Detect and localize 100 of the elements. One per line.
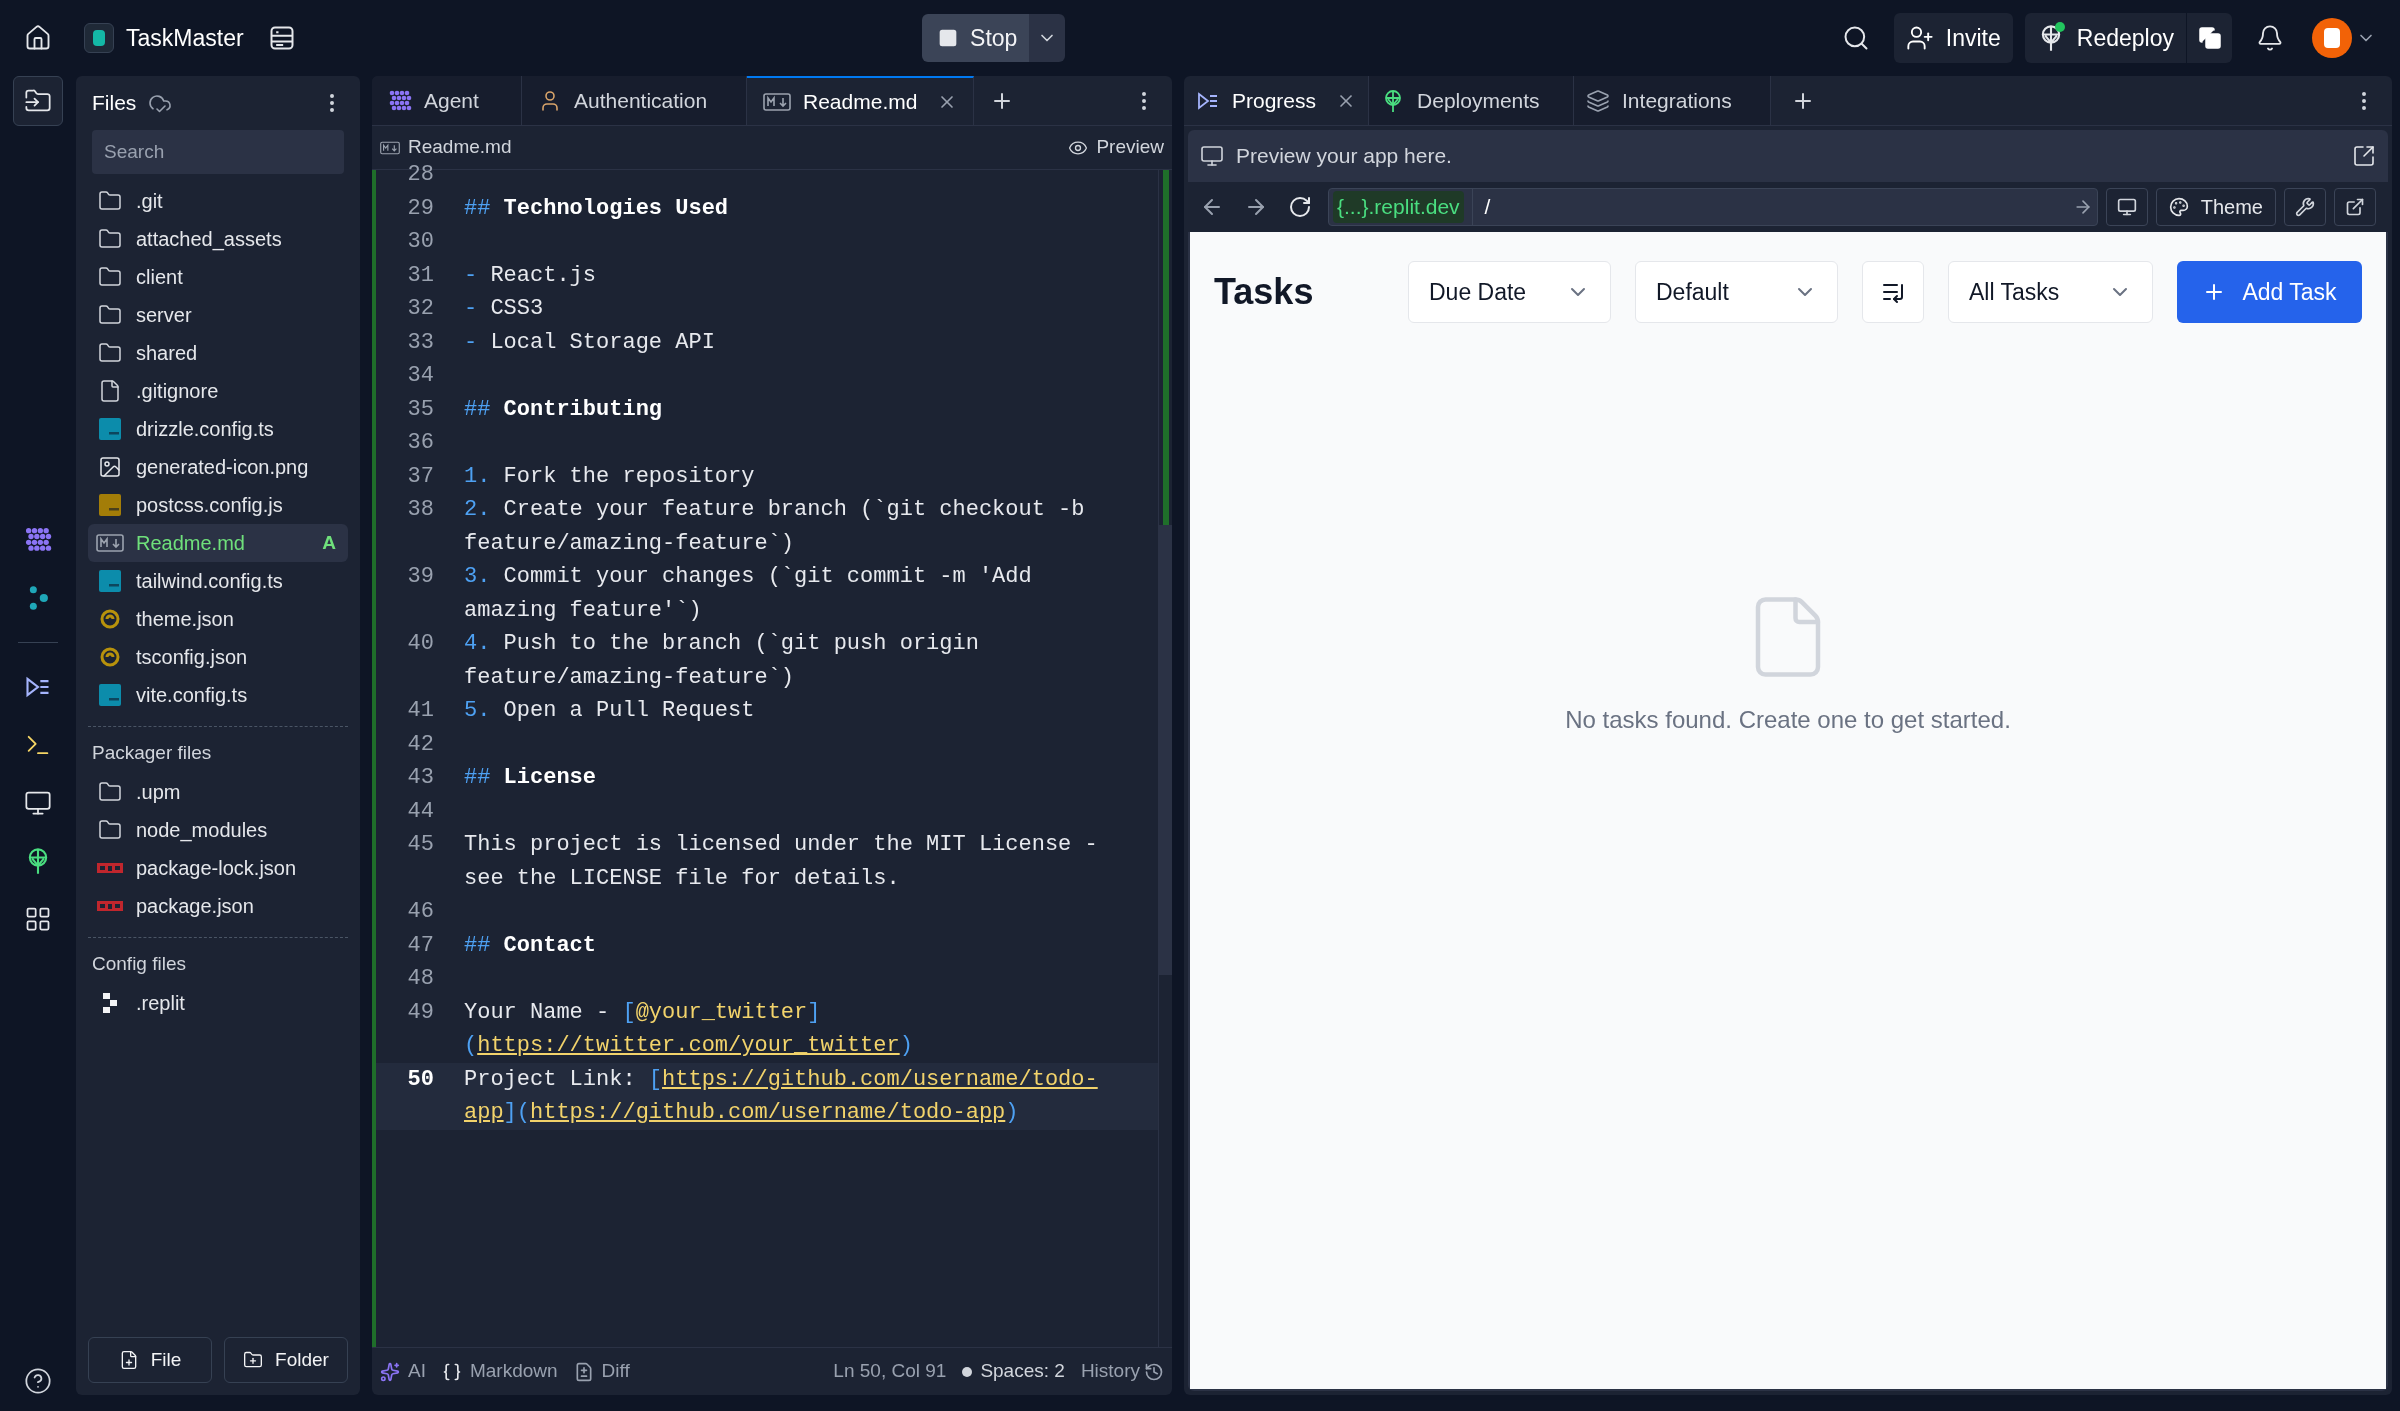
search-field[interactable]: Search xyxy=(92,130,344,174)
file-tree-item[interactable]: .upm xyxy=(88,773,348,811)
file-tree-item[interactable]: .gitignore xyxy=(88,372,348,410)
pop-out-icon[interactable] xyxy=(2352,144,2376,168)
home-icon[interactable] xyxy=(24,24,52,52)
line-number: 38 xyxy=(406,496,434,524)
code-line: 3. Commit your changes (`git commit -m 'Add amazing feature'`) xyxy=(464,563,1033,625)
sparkle-icon xyxy=(380,1361,400,1382)
language-button[interactable]: Markdown xyxy=(441,1357,558,1386)
monitor-icon[interactable] xyxy=(24,789,52,817)
open-external-button[interactable] xyxy=(2334,188,2376,226)
file-tree-item[interactable]: server xyxy=(88,296,348,334)
page-title: Tasks xyxy=(1214,270,1314,314)
help-icon[interactable] xyxy=(24,1367,52,1395)
markdown-icon xyxy=(96,533,124,553)
new-file-button[interactable]: File xyxy=(88,1337,212,1383)
code-line: 1. Fork the repository xyxy=(464,462,756,491)
line-number: 43 xyxy=(406,764,434,792)
file-tree-item[interactable]: .git xyxy=(88,182,348,220)
url-path: / xyxy=(1484,194,1491,221)
file-tree-item[interactable]: postcss.config.js xyxy=(88,486,348,524)
file-tree-item[interactable]: tailwind.config.ts xyxy=(88,562,348,600)
preview-hint: Preview your app here. xyxy=(1236,143,1452,170)
line-number: 46 xyxy=(406,898,434,926)
layers-icon xyxy=(1586,88,1611,113)
file-tree-item[interactable]: package-lock.json xyxy=(88,849,348,887)
line-number: 48 xyxy=(406,965,434,993)
folder-icon xyxy=(98,818,122,842)
json-file-icon xyxy=(99,608,121,630)
agent-icon xyxy=(388,88,412,113)
grid-icon[interactable] xyxy=(24,905,52,933)
file-tree-item[interactable]: generated-icon.png xyxy=(88,448,348,486)
code-line: - Local Storage API xyxy=(464,328,716,357)
history-button[interactable]: History xyxy=(1080,1357,1164,1386)
ai-button[interactable]: AI xyxy=(380,1357,426,1386)
preview-button[interactable]: Preview xyxy=(1068,133,1164,162)
sort-select[interactable]: Due Date xyxy=(1408,261,1611,323)
reload-icon[interactable] xyxy=(1288,195,1312,219)
folder-icon xyxy=(98,303,122,327)
bell-icon[interactable] xyxy=(2256,24,2284,52)
line-number: 47 xyxy=(406,931,434,960)
wrench-icon xyxy=(2295,197,2315,217)
file-tree-item[interactable]: attached_assets xyxy=(88,220,348,258)
code-line: ## License xyxy=(464,764,598,792)
file-tree-item[interactable]: node_modules xyxy=(88,811,348,849)
invite-button[interactable]: Invite xyxy=(1893,13,2013,63)
file-tree-item[interactable]: client xyxy=(88,258,348,296)
editor-tab[interactable]: Authentication xyxy=(522,76,747,125)
folder-icon xyxy=(98,341,122,365)
line-number: 45 xyxy=(406,831,434,859)
theme-button[interactable]: Theme xyxy=(2155,188,2276,226)
line-number: 37 xyxy=(406,462,434,491)
files-toggle-button[interactable] xyxy=(13,76,63,126)
url-field[interactable]: {...}.replit.dev / xyxy=(1328,188,2098,226)
line-number: 35 xyxy=(406,395,434,424)
file-icon xyxy=(98,379,122,403)
tools-button[interactable] xyxy=(2284,188,2326,226)
diff-button[interactable]: Diff xyxy=(573,1357,630,1386)
sort-order-button[interactable] xyxy=(1862,261,1924,323)
script-file-icon xyxy=(99,570,121,592)
history-icon xyxy=(1144,1361,1164,1382)
stop-button[interactable]: Stop xyxy=(922,14,1030,62)
file-tree-item[interactable]: shared xyxy=(88,334,348,372)
sort-select[interactable]: Default xyxy=(1635,261,1838,323)
code-line: This project is licensed under the MIT License - see the LICENSE file for details. xyxy=(464,831,1099,893)
folder-icon xyxy=(98,265,122,289)
device-button[interactable] xyxy=(2105,188,2148,226)
json-file-icon xyxy=(99,646,121,668)
git-status-label: A xyxy=(322,530,336,555)
indentation[interactable]: Spaces: 2 xyxy=(980,1357,1065,1386)
code-line: 4. Push to the branch (`git push origin feature/amazing-feature`) xyxy=(464,630,980,692)
file-tree-item[interactable]: package.json xyxy=(88,887,348,925)
folder-icon xyxy=(98,780,122,804)
file-tree-item[interactable]: theme.json xyxy=(88,600,348,638)
new-folder-button[interactable]: Folder xyxy=(224,1337,348,1383)
editor-tab[interactable]: Readme.md xyxy=(747,76,975,125)
folder-icon xyxy=(98,227,122,251)
folder-icon xyxy=(98,189,122,213)
filter-select[interactable]: All Tasks xyxy=(1948,261,2153,323)
domain: {...}.replit.dev xyxy=(1333,191,1464,223)
line-number: 44 xyxy=(406,797,434,826)
panel-tab[interactable]: Integrations xyxy=(1574,76,1772,125)
panel-tab[interactable]: Deployments xyxy=(1369,76,1575,125)
file-tree-item[interactable]: .replit xyxy=(88,984,348,1022)
folder-plus-icon xyxy=(243,1350,264,1370)
file-tree-item[interactable]: drizzle.config.ts xyxy=(88,410,348,448)
scrollbar-thumb[interactable] xyxy=(1159,525,1172,975)
line-number: 39 xyxy=(406,563,434,591)
add-task-button[interactable]: Add Task xyxy=(2177,261,2362,323)
palette-icon xyxy=(2168,197,2189,217)
project-name[interactable]: TaskMaster xyxy=(126,20,244,56)
user-avatar[interactable] xyxy=(2312,18,2352,58)
file-tree-item[interactable]: Readme.md A xyxy=(88,524,348,562)
breadcrumb: Readme.md xyxy=(408,135,512,160)
file-tree-item[interactable]: vite.config.ts xyxy=(88,676,348,714)
file-tree-item[interactable]: tsconfig.json xyxy=(88,638,348,676)
line-number: 49 xyxy=(406,998,434,1027)
editor-tab[interactable]: Agent xyxy=(372,76,522,125)
section-title: Config files xyxy=(91,952,187,976)
code-line: ## Technologies Used xyxy=(464,194,730,223)
